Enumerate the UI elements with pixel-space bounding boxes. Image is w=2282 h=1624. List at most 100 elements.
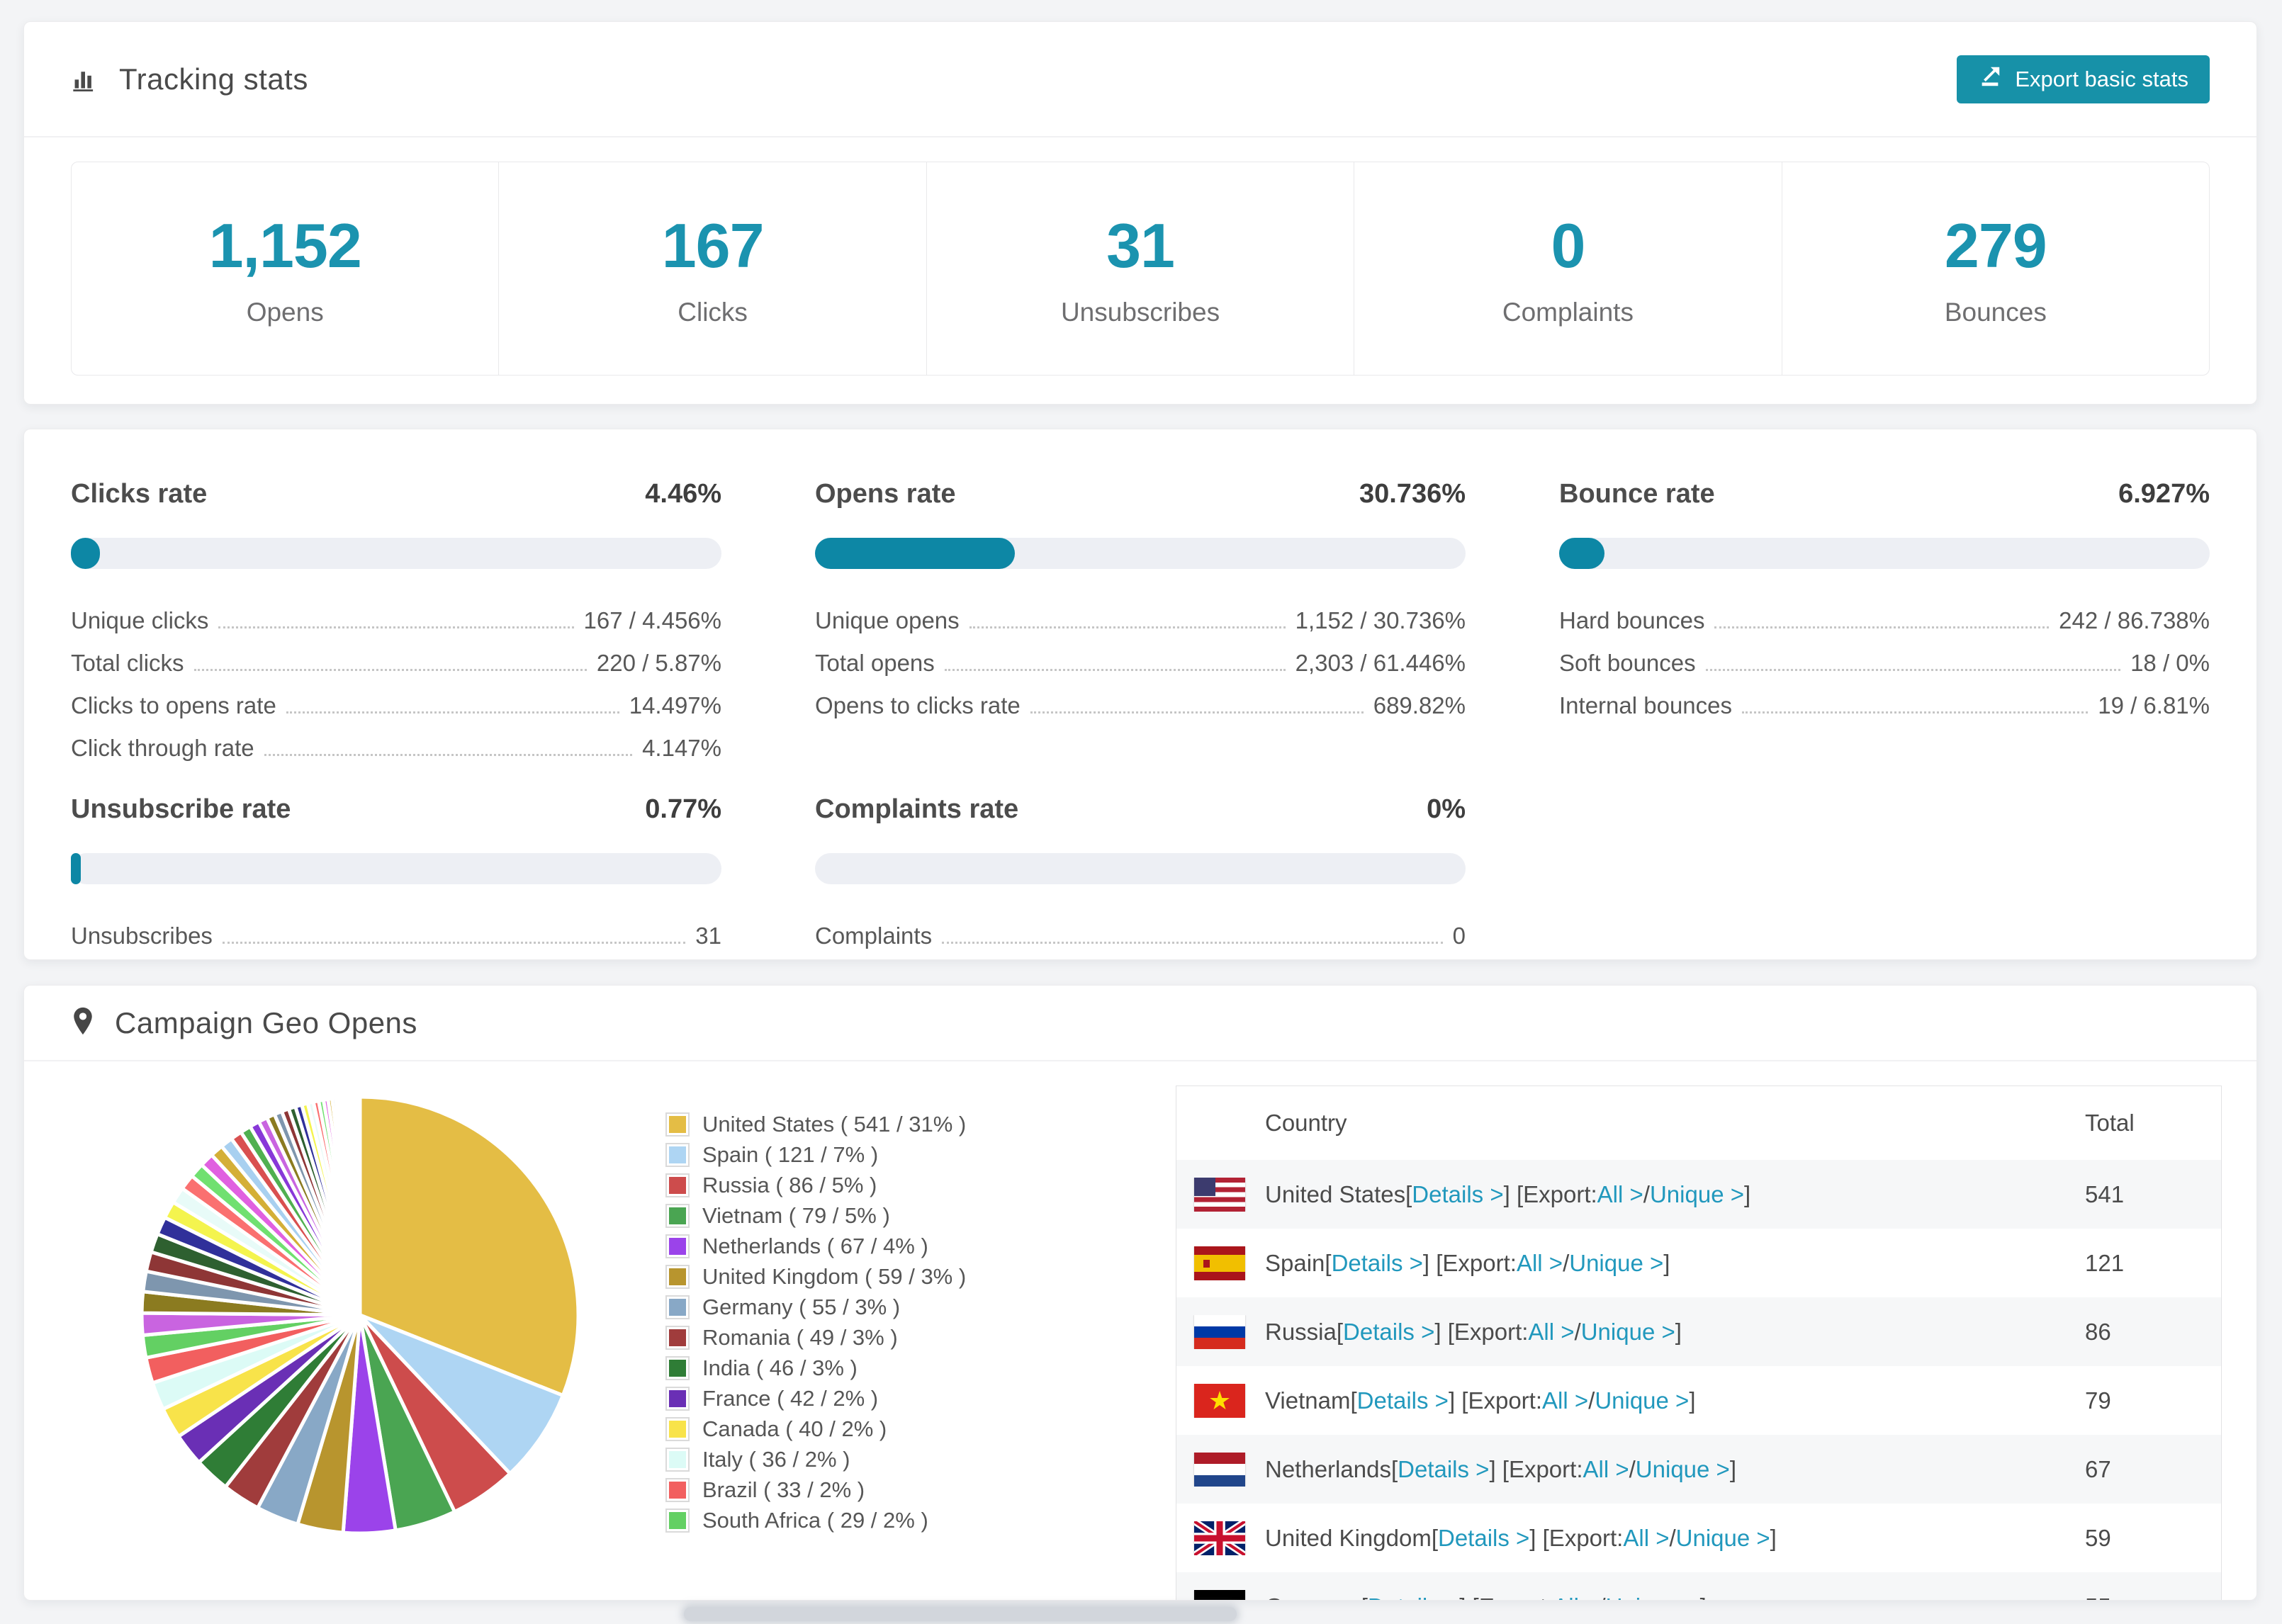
progress-bar	[1559, 538, 2210, 569]
legend-item[interactable]: Brazil ( 33 / 2% )	[665, 1477, 966, 1503]
rate-stat-label: Unique clicks	[71, 607, 209, 633]
legend-label: Russia ( 86 / 5% )	[702, 1173, 877, 1197]
geo-opens-pie-chart[interactable]	[133, 1088, 587, 1542]
export-unique-link[interactable]: Unique >	[1595, 1387, 1689, 1414]
legend-label: United States ( 541 / 31% )	[702, 1112, 967, 1137]
export-basic-stats-button[interactable]: Export basic stats	[1957, 55, 2210, 103]
legend-item[interactable]: Canada ( 40 / 2% )	[665, 1416, 966, 1442]
export-unique-link[interactable]: Unique >	[1676, 1525, 1770, 1552]
separator: ] [Export:	[1529, 1524, 1624, 1551]
legend-item[interactable]: Netherlands ( 67 / 4% )	[665, 1234, 966, 1259]
rate-stat-list: Unique opens 1,152 / 30.736% Total opens 2,…	[815, 593, 1466, 721]
separator: [	[1390, 1455, 1398, 1482]
separator: ]	[1770, 1524, 1777, 1551]
legend-item[interactable]: Romania ( 49 / 3% )	[665, 1325, 966, 1350]
stat-box-unsubscribes: 31 Unsubscribes	[927, 162, 1355, 375]
export-all-link[interactable]: All >	[1553, 1594, 1599, 1601]
export-unique-link[interactable]: Unique >	[1581, 1319, 1675, 1346]
legend-label: Canada ( 40 / 2% )	[702, 1416, 887, 1441]
export-all-link[interactable]: All >	[1597, 1181, 1643, 1208]
rate-stat-list: Complaints 0	[815, 908, 1466, 951]
rate-title: Opens rate	[815, 479, 956, 509]
legend-swatch	[665, 1234, 690, 1258]
rate-stat-label: Total clicks	[71, 650, 184, 676]
details-link[interactable]: Details >	[1368, 1594, 1459, 1601]
map-pin-icon	[71, 1006, 95, 1039]
pie-slice[interactable]	[357, 1095, 362, 1316]
dotted-leader	[218, 626, 574, 628]
legend-item[interactable]: Vietnam ( 79 / 5% )	[665, 1203, 966, 1229]
legend-label: Spain ( 121 / 7% )	[702, 1142, 879, 1167]
legend-item[interactable]: United Kingdom ( 59 / 3% )	[665, 1264, 966, 1290]
rate-value: 4.46%	[645, 479, 721, 509]
rate-stat-label: Clicks to opens rate	[71, 692, 276, 718]
legend-item[interactable]: Spain ( 121 / 7% )	[665, 1142, 966, 1168]
dotted-leader	[1714, 626, 2050, 628]
stat-box-opens: 1,152 Opens	[72, 162, 500, 375]
legend-item[interactable]: Germany ( 55 / 3% )	[665, 1295, 966, 1320]
rate-stat-value: 31	[695, 923, 721, 949]
rate-stat-row: Hard bounces 242 / 86.738%	[1559, 593, 2210, 636]
rate-stat-row: Unique clicks 167 / 4.456%	[71, 593, 721, 636]
legend-item[interactable]: France ( 42 / 2% )	[665, 1386, 966, 1411]
rate-stat-label: Unsubscribes	[71, 923, 213, 949]
rate-stat-label: Unique opens	[815, 607, 960, 633]
separator: [	[1361, 1594, 1368, 1601]
separator: /	[1643, 1180, 1650, 1207]
geo-country-table: Country Total United States [Details >] [E…	[1176, 1086, 2222, 1601]
separator: ] [Export:	[1503, 1180, 1597, 1207]
export-unique-link[interactable]: Unique >	[1650, 1181, 1744, 1208]
export-all-link[interactable]: All >	[1528, 1319, 1574, 1346]
separator: [	[1431, 1524, 1438, 1551]
details-link[interactable]: Details >	[1412, 1181, 1503, 1208]
legend-item[interactable]: Italy ( 36 / 2% )	[665, 1447, 966, 1472]
export-all-link[interactable]: All >	[1542, 1387, 1588, 1414]
legend-item[interactable]: South Africa ( 29 / 2% )	[665, 1508, 966, 1533]
export-unique-link[interactable]: Unique >	[1636, 1456, 1730, 1483]
legend-swatch	[665, 1143, 690, 1167]
table-row: Russia [Details >] [Export: All > / Uniq…	[1176, 1297, 2221, 1366]
details-link[interactable]: Details >	[1357, 1387, 1449, 1414]
flag-de-icon	[1194, 1589, 1245, 1600]
stat-label: Complaints	[1502, 298, 1634, 327]
legend-swatch	[665, 1295, 690, 1319]
rate-stat-list: Unique clicks 167 / 4.456% Total clicks 220…	[71, 593, 721, 763]
campaign-geo-opens-card: Campaign Geo Opens United States ( 541 /…	[23, 985, 2257, 1601]
export-unique-link[interactable]: Unique >	[1569, 1250, 1663, 1277]
legend-item[interactable]: India ( 46 / 3% )	[665, 1355, 966, 1381]
export-unique-link[interactable]: Unique >	[1606, 1594, 1700, 1601]
rate-head: Clicks rate 4.46%	[71, 479, 721, 509]
legend-item[interactable]: United States ( 541 / 31% )	[665, 1112, 966, 1137]
stat-box-complaints: 0 Complaints	[1354, 162, 1782, 375]
flag-vn-icon	[1194, 1383, 1245, 1418]
rate-value: 30.736%	[1359, 479, 1466, 509]
separator: ] [Export:	[1422, 1249, 1517, 1276]
details-link[interactable]: Details >	[1438, 1525, 1529, 1552]
rate-stat-label: Hard bounces	[1559, 607, 1705, 633]
country-cell: United States [Details >] [Export: All >…	[1176, 1177, 2085, 1212]
flag-ru-icon	[1194, 1314, 1245, 1349]
rate-value: 0%	[1427, 794, 1466, 824]
rate-stat-row: Complaints 0	[815, 908, 1466, 951]
export-all-link[interactable]: All >	[1583, 1456, 1629, 1483]
dotted-leader	[969, 626, 1286, 628]
horizontal-scrollbar-thumb[interactable]	[684, 1607, 1237, 1621]
rate-head: Opens rate 30.736%	[815, 479, 1466, 509]
rate-stat-row: Soft bounces 18 / 0%	[1559, 636, 2210, 678]
details-link[interactable]: Details >	[1332, 1250, 1423, 1277]
country-total: 55	[2085, 1594, 2221, 1601]
country-name: United States	[1265, 1180, 1406, 1207]
separator: /	[1574, 1318, 1581, 1345]
details-link[interactable]: Details >	[1343, 1319, 1434, 1346]
details-link[interactable]: Details >	[1398, 1456, 1489, 1483]
progress-bar	[815, 538, 1466, 569]
export-all-link[interactable]: All >	[1517, 1250, 1563, 1277]
rate-stat-row: Opens to clicks rate 689.82%	[815, 678, 1466, 721]
table-row: Netherlands [Details >] [Export: All > /…	[1176, 1435, 2221, 1504]
rates-card: Clicks rate 4.46% Unique clicks 167 / 4.456…	[23, 429, 2257, 960]
legend-label: Italy ( 36 / 2% )	[702, 1447, 850, 1472]
legend-item[interactable]: Russia ( 86 / 5% )	[665, 1173, 966, 1198]
country-name: United Kingdom	[1265, 1524, 1432, 1551]
export-all-link[interactable]: All >	[1623, 1525, 1669, 1552]
stat-value: 1,152	[208, 210, 362, 281]
